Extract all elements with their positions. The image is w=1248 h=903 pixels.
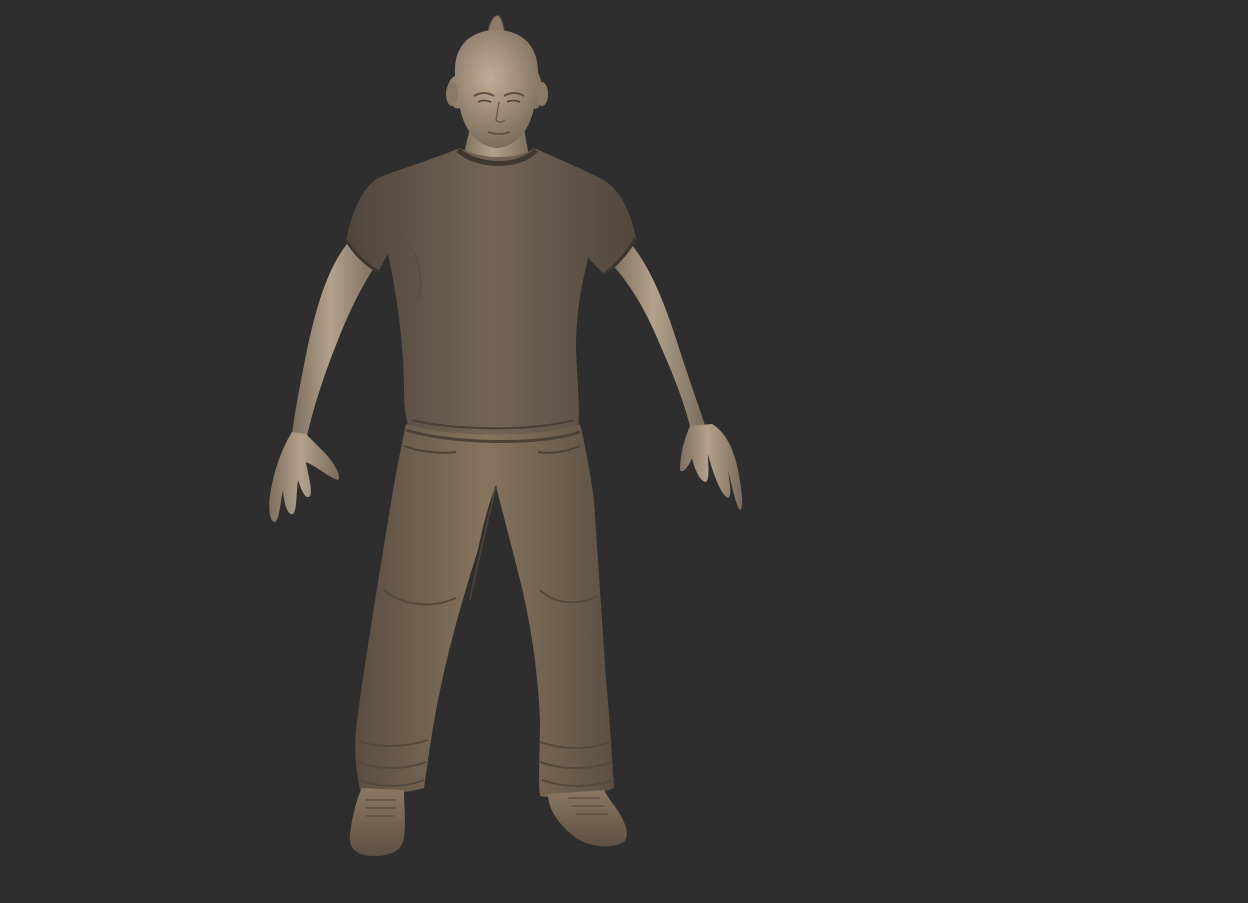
sculpted-character-model[interactable]: [0, 0, 1248, 903]
left-ear: [446, 82, 458, 106]
left-arm: [292, 238, 378, 440]
head: [447, 30, 543, 148]
right-arm: [610, 238, 706, 434]
t-shirt: [346, 148, 636, 440]
jeans: [355, 424, 614, 798]
left-shoe: [349, 788, 405, 856]
left-hand: [269, 432, 340, 522]
3d-viewport[interactable]: [0, 0, 1248, 903]
right-ear: [536, 82, 548, 106]
right-hand: [680, 424, 743, 510]
